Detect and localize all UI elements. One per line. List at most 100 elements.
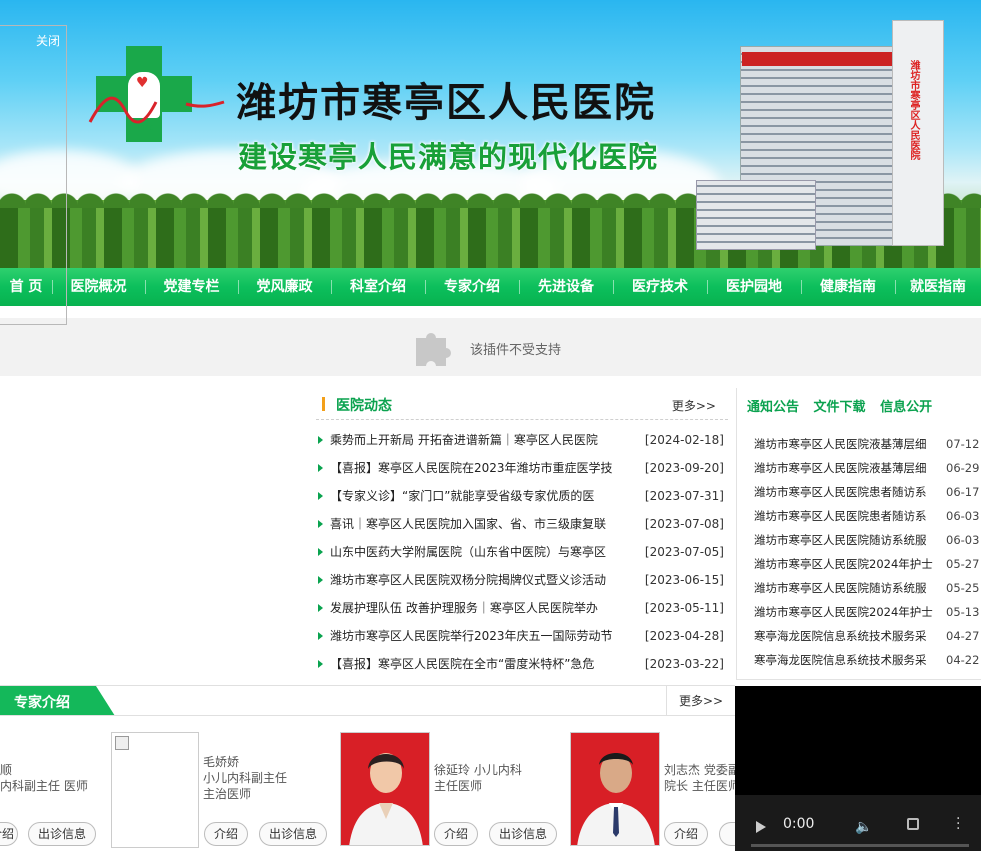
news-item-date: [2023-06-15] <box>644 573 724 587</box>
arrow-icon <box>318 632 323 640</box>
fullscreen-icon[interactable] <box>907 818 919 830</box>
notice-item-title[interactable]: 潍坊市寒亭区人民医院液基薄层细 <box>754 432 936 456</box>
expert-clinic-button[interactable]: 出诊信息 <box>28 822 96 846</box>
news-item: 潍坊市寒亭区人民医院双杨分院揭牌仪式暨义诊活动 [2023-06-15] <box>316 566 728 594</box>
notice-item: 潍坊市寒亭区人民医院液基薄层细 07-12 <box>737 432 981 456</box>
notice-item-date: 05-25 <box>946 581 980 595</box>
expert-title: 主任医师 <box>434 779 483 793</box>
notice-item: 潍坊市寒亭区人民医院患者随访系 06-03 <box>737 504 981 528</box>
news-item-date: [2023-07-31] <box>644 489 724 503</box>
expert-name: 毛娇娇 <box>203 755 240 769</box>
expert-photo[interactable] <box>340 732 430 846</box>
notice-item-title[interactable]: 潍坊市寒亭区人民医院患者随访系 <box>754 504 936 528</box>
expert-info: 毛娇娇 小儿内科副主任 主治医师 <box>203 754 313 802</box>
notice-item-date: 06-29 <box>946 461 980 475</box>
hospital-name: 潍坊市寒亭区人民医院 <box>236 79 656 126</box>
expert-photo[interactable] <box>111 732 199 848</box>
notice-item-title[interactable]: 潍坊市寒亭区人民医院液基薄层细 <box>754 456 936 480</box>
notice-item-title[interactable]: 潍坊市寒亭区人民医院随访系统服 <box>754 576 936 600</box>
expert-clinic-button[interactable]: 出诊信息 <box>489 822 557 846</box>
expert-title: 院长 主任医师 <box>664 779 735 793</box>
news-item-title[interactable]: 乘势而上开新局 开拓奋进谱新篇｜寒亭区人民医院 <box>330 426 630 454</box>
nav-item-equipment[interactable]: 先进设备 <box>519 268 613 306</box>
notice-item: 寒亭海龙医院信息系统技术服务采 04-27 <box>737 624 981 648</box>
nav-item-technology[interactable]: 医疗技术 <box>613 268 707 306</box>
arrow-icon <box>318 576 323 584</box>
notice-item-date: 04-22 <box>946 653 980 667</box>
notice-item-title[interactable]: 潍坊市寒亭区人民医院患者随访系 <box>754 480 936 504</box>
news-item: 【专家义诊】“家门口”就能享受省级专家优质的医 [2023-07-31] <box>316 482 728 510</box>
news-item: 发展护理队伍 改善护理服务｜寒亭区人民医院举办 [2023-05-11] <box>316 594 728 622</box>
building-sign: 潍坊市寒亭区人民医院 <box>908 60 919 160</box>
expert-info: 顺 内科副主任 医师 <box>0 762 100 794</box>
news-item-title[interactable]: 发展护理队伍 改善护理服务｜寒亭区人民医院举办 <box>330 594 630 622</box>
arrow-icon <box>318 464 323 472</box>
expert-intro-button[interactable]: 介绍 <box>434 822 478 846</box>
notice-item: 潍坊市寒亭区人民医院患者随访系 06-17 <box>737 480 981 504</box>
arrow-icon <box>318 548 323 556</box>
expert-title: 主治医师 <box>203 787 252 801</box>
nav-item-integrity[interactable]: 党风廉政 <box>238 268 331 306</box>
news-item-title[interactable]: 【喜报】寒亭区人民医院在2023年潍坊市重症医学技 <box>330 454 630 482</box>
news-header: 医院动态 更多>> <box>316 388 728 420</box>
nav-item-experts[interactable]: 专家介绍 <box>425 268 519 306</box>
notice-item: 寒亭海龙医院信息系统技术服务采 04-22 <box>737 648 981 672</box>
news-item-title[interactable]: 潍坊市寒亭区人民医院举行2023年庆五一国际劳动节 <box>330 622 630 650</box>
notice-item-date: 07-12 <box>946 437 980 451</box>
notice-item-title[interactable]: 潍坊市寒亭区人民医院2024年护士 <box>754 552 936 576</box>
news-more-link[interactable]: 更多>> <box>672 397 716 414</box>
nav-item-visit-guide[interactable]: 就医指南 <box>895 268 981 306</box>
more-options-icon[interactable]: · · · <box>956 812 960 836</box>
news-item: 【喜报】寒亭区人民医院在全市“雷度米特杯”急危 [2023-03-22] <box>316 650 728 678</box>
experts-section: 专家介绍 更多>> 顺 内科副主任 医师 介绍 出诊信息 毛娇娇 小儿内科副主任… <box>0 685 735 851</box>
notice-item-title[interactable]: 寒亭海龙医院信息系统技术服务采 <box>754 648 936 672</box>
play-icon[interactable] <box>756 821 766 833</box>
nav-item-health-guide[interactable]: 健康指南 <box>801 268 895 306</box>
video-player[interactable]: 0:00 🔈 · · · <box>735 686 981 851</box>
experts-header: 专家介绍 <box>0 686 115 716</box>
notice-item: 潍坊市寒亭区人民医院液基薄层细 06-29 <box>737 456 981 480</box>
news-item-title[interactable]: 潍坊市寒亭区人民医院双杨分院揭牌仪式暨义诊活动 <box>330 566 630 594</box>
news-item-date: [2023-09-20] <box>644 461 724 475</box>
tab-downloads[interactable]: 文件下载 <box>814 400 866 415</box>
close-button[interactable]: 关闭 <box>36 32 60 49</box>
expert-intro-button[interactable]: 介绍 <box>0 822 18 846</box>
notice-item-title[interactable]: 潍坊市寒亭区人民医院随访系统服 <box>754 528 936 552</box>
video-controls: 0:00 🔈 · · · <box>735 795 981 851</box>
doctor-portrait-icon <box>571 733 659 845</box>
main-nav: 首 页 医院概况 党建专栏 党风廉政 科室介绍 专家介绍 先进设备 医疗技术 医… <box>0 268 981 306</box>
arrow-icon <box>318 604 323 612</box>
volume-icon[interactable]: 🔈 <box>855 819 872 835</box>
tab-notices[interactable]: 通知公告 <box>747 400 799 415</box>
news-item-title[interactable]: 喜讯｜寒亭区人民医院加入国家、省、市三级康复联 <box>330 510 630 538</box>
news-item-date: [2023-03-22] <box>644 657 724 671</box>
nav-item-party[interactable]: 党建专栏 <box>145 268 238 306</box>
expert-photo[interactable] <box>570 732 660 846</box>
expert-info: 徐延玲 小儿内科 主任医师 <box>434 762 534 794</box>
expert-intro-button[interactable]: 介绍 <box>664 822 708 846</box>
notice-item: 潍坊市寒亭区人民医院2024年护士 05-13 <box>737 600 981 624</box>
tab-disclosure[interactable]: 信息公开 <box>880 400 932 415</box>
news-item: 乘势而上开新局 开拓奋进谱新篇｜寒亭区人民医院 [2024-02-18] <box>316 426 728 454</box>
expert-title: 小儿内科副主任 <box>203 771 288 785</box>
expert-name: 徐延玲 小儿内科 <box>434 763 522 777</box>
doctor-portrait-icon <box>341 733 429 845</box>
arrow-icon <box>318 520 323 528</box>
experts-title: 专家介绍 <box>14 695 70 711</box>
expert-clinic-button[interactable] <box>719 822 735 846</box>
nav-item-departments[interactable]: 科室介绍 <box>331 268 425 306</box>
notice-item-date: 05-13 <box>946 605 980 619</box>
experts-more-link[interactable]: 更多>> <box>666 686 735 716</box>
notice-item-date: 06-03 <box>946 509 980 523</box>
expert-clinic-button[interactable]: 出诊信息 <box>259 822 327 846</box>
news-item-title[interactable]: 山东中医药大学附属医院（山东省中医院）与寒亭区 <box>330 538 630 566</box>
news-item-title[interactable]: 【喜报】寒亭区人民医院在全市“雷度米特杯”急危 <box>330 650 630 678</box>
notice-item-title[interactable]: 寒亭海龙医院信息系统技术服务采 <box>754 624 936 648</box>
news-item-title[interactable]: 【专家义诊】“家门口”就能享受省级专家优质的医 <box>330 482 630 510</box>
nav-item-nursing[interactable]: 医护园地 <box>707 268 801 306</box>
news-item: 喜讯｜寒亭区人民医院加入国家、省、市三级康复联 [2023-07-08] <box>316 510 728 538</box>
notice-item-title[interactable]: 潍坊市寒亭区人民医院2024年护士 <box>754 600 936 624</box>
video-progress-bar[interactable] <box>751 844 969 847</box>
expert-intro-button[interactable]: 介绍 <box>204 822 248 846</box>
news-item: 山东中医药大学附属医院（山东省中医院）与寒亭区 [2023-07-05] <box>316 538 728 566</box>
